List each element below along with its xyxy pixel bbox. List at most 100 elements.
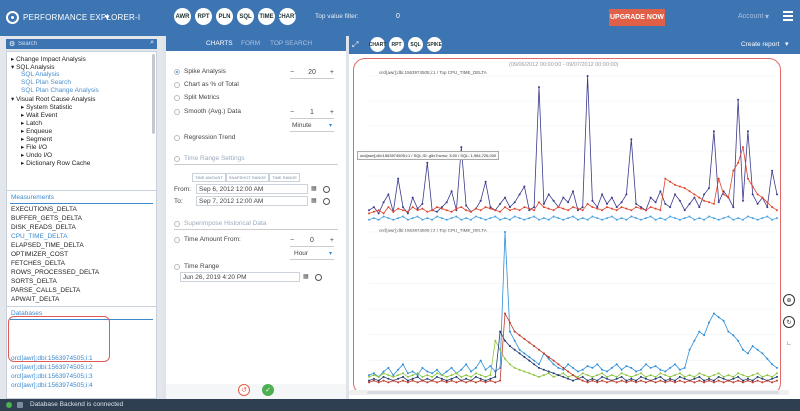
chart-2-data-point[interactable] bbox=[703, 334, 706, 337]
clock-icon[interactable]: TIME bbox=[258, 8, 275, 25]
chart-2-data-point[interactable] bbox=[499, 330, 502, 333]
chart-2-data-point[interactable] bbox=[586, 374, 589, 377]
chart-1-data-point[interactable] bbox=[504, 217, 506, 220]
chart-1-data-point[interactable] bbox=[552, 215, 555, 218]
chart-2-data-point[interactable] bbox=[732, 377, 735, 380]
chart-2-data-point[interactable] bbox=[717, 372, 720, 375]
chart-2-data-point[interactable] bbox=[751, 381, 754, 384]
chart-2-data-point[interactable] bbox=[761, 375, 764, 378]
chart-1-data-point[interactable] bbox=[421, 218, 424, 221]
chart-2-data-point[interactable] bbox=[756, 379, 759, 382]
chart-1-data-point[interactable] bbox=[586, 202, 589, 205]
chart-2-data-point[interactable] bbox=[557, 363, 560, 366]
chart-1-data-point[interactable] bbox=[610, 215, 613, 218]
chart-2-data-point[interactable] bbox=[712, 374, 715, 377]
chart-2-data-point[interactable] bbox=[533, 359, 536, 362]
chart-2-data-point[interactable] bbox=[630, 375, 633, 378]
chart-1-data-point[interactable] bbox=[761, 217, 764, 220]
chart-2-data-point[interactable] bbox=[615, 363, 618, 366]
chart-1-data-point[interactable] bbox=[693, 196, 696, 199]
chart-1-data-point[interactable] bbox=[426, 210, 429, 213]
chart-1-data-point[interactable] bbox=[771, 206, 774, 209]
chart-1-data-point[interactable] bbox=[528, 217, 531, 220]
chart-2-data-point[interactable] bbox=[698, 375, 701, 378]
chart-1-data-point[interactable] bbox=[712, 217, 715, 220]
chart-2-data-point[interactable] bbox=[504, 339, 506, 342]
chart-2-data-point[interactable] bbox=[766, 374, 769, 377]
chart-1-data-point[interactable] bbox=[542, 217, 545, 220]
decrement-icon[interactable]: − bbox=[290, 237, 294, 244]
chart-2-data-point[interactable] bbox=[620, 379, 623, 382]
measurement-item[interactable]: DISK_READS_DELTA bbox=[11, 224, 76, 231]
snapshot-range-tab[interactable]: SNAPSHOT RANGE bbox=[225, 173, 270, 182]
chart-1-data-point[interactable] bbox=[776, 193, 778, 196]
chart-1-data-point[interactable] bbox=[606, 202, 608, 205]
chart-1-data-point[interactable] bbox=[649, 206, 652, 209]
chart-2-data-point[interactable] bbox=[523, 337, 526, 340]
scrollbar-thumb[interactable] bbox=[367, 391, 779, 394]
chart-2-data-point[interactable] bbox=[397, 368, 400, 371]
chart-1-data-point[interactable] bbox=[562, 207, 565, 210]
chart-2-data-point[interactable] bbox=[732, 381, 735, 384]
from-date-input[interactable]: Sep 6, 2012 12:00 AM bbox=[196, 184, 308, 194]
clock-icon[interactable] bbox=[323, 186, 330, 193]
chart-1-data-point[interactable] bbox=[547, 207, 550, 210]
chart-1-data-point[interactable] bbox=[742, 146, 744, 149]
chart-1-data-point[interactable] bbox=[542, 202, 545, 205]
chart-1-data-point[interactable] bbox=[640, 207, 642, 210]
chart-1-data-point[interactable] bbox=[436, 215, 438, 218]
chart-1-data-point[interactable] bbox=[431, 218, 434, 221]
database-item[interactable]: orcl[awr];dbi:1563974505;i:4 bbox=[11, 382, 93, 389]
chart-1-data-point[interactable] bbox=[436, 210, 438, 213]
chart-2-data-point[interactable] bbox=[411, 374, 414, 377]
chart-2-data-point[interactable] bbox=[372, 377, 375, 380]
chart-1-data-point[interactable] bbox=[402, 209, 404, 212]
chart-1-data-point[interactable] bbox=[562, 196, 565, 199]
measurement-item[interactable]: ELAPSED_TIME_DELTA bbox=[11, 242, 84, 249]
chart-2-data-point[interactable] bbox=[533, 345, 536, 348]
chart-2-data-point[interactable] bbox=[737, 339, 740, 342]
chart-2-data-point[interactable] bbox=[615, 375, 618, 378]
chart-1-data-point[interactable] bbox=[708, 201, 710, 204]
tab-form[interactable]: FORM bbox=[241, 40, 260, 47]
split-metrics-radio[interactable] bbox=[174, 95, 180, 101]
tab-top-search[interactable]: TOP SEARCH bbox=[270, 40, 312, 47]
chart-2-data-point[interactable] bbox=[494, 375, 497, 378]
chart-2-data-point[interactable] bbox=[484, 381, 487, 384]
chart-2-data-point[interactable] bbox=[644, 377, 647, 380]
chart-2-data-point[interactable] bbox=[523, 356, 526, 358]
chart-2-data-point[interactable] bbox=[732, 375, 735, 378]
chart-2-data-point[interactable] bbox=[450, 374, 453, 377]
chart-2-data-point[interactable] bbox=[717, 316, 720, 319]
chart-1-data-point[interactable] bbox=[635, 202, 638, 205]
chart-2-data-point[interactable] bbox=[436, 368, 438, 371]
chart-1-data-point[interactable] bbox=[654, 218, 657, 221]
chart-1-data-point[interactable] bbox=[542, 206, 545, 209]
chart-2-data-point[interactable] bbox=[649, 366, 652, 369]
chart-2-data-point[interactable] bbox=[465, 363, 468, 366]
chart-2-data-point[interactable] bbox=[678, 375, 681, 378]
chart-2-data-point[interactable] bbox=[445, 375, 448, 378]
chart-1-data-point[interactable] bbox=[508, 218, 511, 221]
chart-2-data-point[interactable] bbox=[693, 381, 696, 384]
chart-1-data-point[interactable] bbox=[426, 217, 429, 220]
chart-2-data-point[interactable] bbox=[712, 312, 715, 315]
chart-2-data-point[interactable] bbox=[538, 363, 540, 366]
chart-2-data-point[interactable] bbox=[586, 379, 589, 382]
chart-2-data-point[interactable] bbox=[368, 374, 370, 377]
chart-2-data-point[interactable] bbox=[644, 363, 647, 366]
chart-1-data-point[interactable] bbox=[445, 209, 448, 212]
chart-2-data-point[interactable] bbox=[523, 352, 526, 355]
chart-2-data-point[interactable] bbox=[474, 372, 477, 375]
chart-2-data-point[interactable] bbox=[601, 368, 604, 371]
chart-2-data-point[interactable] bbox=[606, 377, 608, 380]
chart-1-data-point[interactable] bbox=[513, 207, 516, 210]
chart-2-data-point[interactable] bbox=[669, 366, 672, 369]
chart-1-data-point[interactable] bbox=[470, 218, 472, 221]
chart-2-data-point[interactable] bbox=[776, 366, 778, 369]
chart-2-data-point[interactable] bbox=[610, 379, 613, 382]
chart-2-data-point[interactable] bbox=[460, 368, 463, 371]
measurement-item[interactable]: SORTS_DELTA bbox=[11, 278, 57, 285]
chart-1-data-point[interactable] bbox=[727, 215, 730, 218]
measurement-item[interactable]: ROWS_PROCESSED_DELTA bbox=[11, 269, 99, 276]
